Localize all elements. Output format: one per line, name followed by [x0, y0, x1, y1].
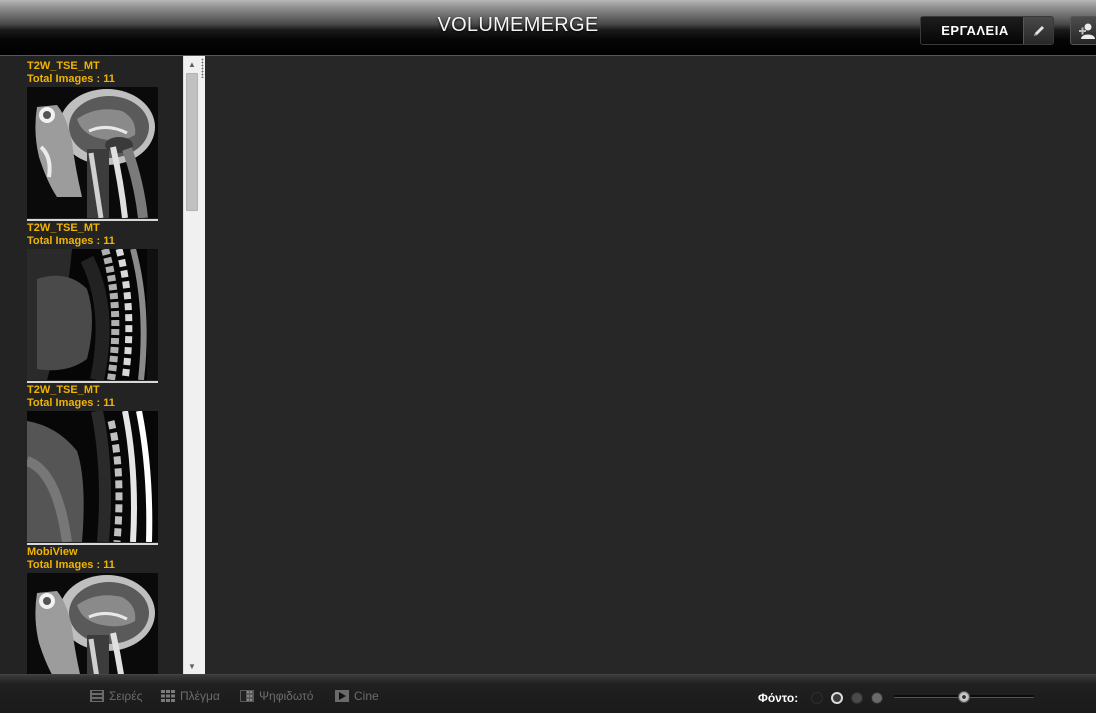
- series-image-count: Total Images : 11: [27, 559, 115, 571]
- tools-button-label: ΕΡΓΑΛΕΙΑ: [941, 23, 1009, 38]
- splitter-grip-icon[interactable]: [201, 58, 204, 78]
- series-thumbnail[interactable]: [27, 249, 158, 380]
- app-title: VOLUMEMERGE: [437, 14, 599, 36]
- tools-button[interactable]: ΕΡΓΑΛΕΙΑ: [920, 16, 1054, 45]
- series-name: MobiView: [27, 546, 78, 558]
- brightness-slider-knob[interactable]: [958, 691, 970, 703]
- series-name: T2W_TSE_MT: [27, 60, 100, 72]
- mosaic-view-label: Ψηφιδωτό: [259, 689, 314, 703]
- series-thumbnail[interactable]: [27, 87, 158, 218]
- bottom-toolbar: Σειρές Πλέγμα Ψηφιδωτό Cine Φόντο:: [0, 674, 1096, 713]
- series-name: T2W_TSE_MT: [27, 384, 100, 396]
- grid-view-button[interactable]: Πλέγμα: [161, 689, 220, 703]
- image-viewer[interactable]: [205, 56, 1096, 674]
- scroll-down-arrow-icon[interactable]: ▼: [184, 658, 200, 674]
- cine-button[interactable]: Cine: [335, 689, 379, 703]
- mosaic-view-button[interactable]: Ψηφιδωτό: [240, 689, 313, 703]
- background-option-2[interactable]: [831, 692, 843, 704]
- background-option-1[interactable]: [811, 692, 823, 704]
- play-icon: [335, 690, 349, 702]
- grid-icon: [161, 690, 175, 702]
- user-settings-button[interactable]: [1070, 16, 1096, 45]
- background-label: Φόντο:: [758, 691, 799, 705]
- series-separator: [27, 219, 158, 221]
- cine-label: Cine: [354, 689, 379, 703]
- series-item[interactable]: T2W_TSE_MT Total Images : 11: [27, 222, 158, 383]
- series-image-count: Total Images : 11: [27, 73, 115, 85]
- mosaic-icon: [240, 690, 254, 702]
- series-icon: [90, 690, 104, 702]
- series-separator: [27, 381, 158, 383]
- user-settings-icon: [1079, 23, 1095, 39]
- series-view-button[interactable]: Σειρές: [90, 689, 142, 703]
- grid-view-label: Πλέγμα: [180, 689, 220, 703]
- scrollbar-thumb[interactable]: [186, 73, 198, 211]
- series-thumbnail[interactable]: [27, 411, 158, 542]
- scroll-up-arrow-icon[interactable]: ▲: [184, 56, 200, 72]
- top-bar: VOLUMEMERGE ΕΡΓΑΛΕΙΑ: [0, 0, 1096, 55]
- series-image-count: Total Images : 11: [27, 235, 115, 247]
- background-option-4[interactable]: [871, 692, 883, 704]
- series-separator: [27, 543, 158, 545]
- series-scrollbar[interactable]: ▲ ▼: [183, 56, 200, 674]
- series-item[interactable]: T2W_TSE_MT Total Images : 11: [27, 60, 158, 221]
- series-view-label: Σειρές: [109, 689, 143, 703]
- series-item[interactable]: T2W_TSE_MT Total Images : 11: [27, 384, 158, 545]
- series-name: T2W_TSE_MT: [27, 222, 100, 234]
- series-image-count: Total Images : 11: [27, 397, 115, 409]
- pencil-icon[interactable]: [1023, 17, 1053, 44]
- series-item[interactable]: MobiView Total Images : 11: [27, 546, 158, 674]
- series-panel[interactable]: T2W_TSE_MT Total Images : 11 T2W_TSE_MT …: [0, 56, 183, 674]
- background-option-3[interactable]: [851, 692, 863, 704]
- series-thumbnail[interactable]: [27, 573, 158, 674]
